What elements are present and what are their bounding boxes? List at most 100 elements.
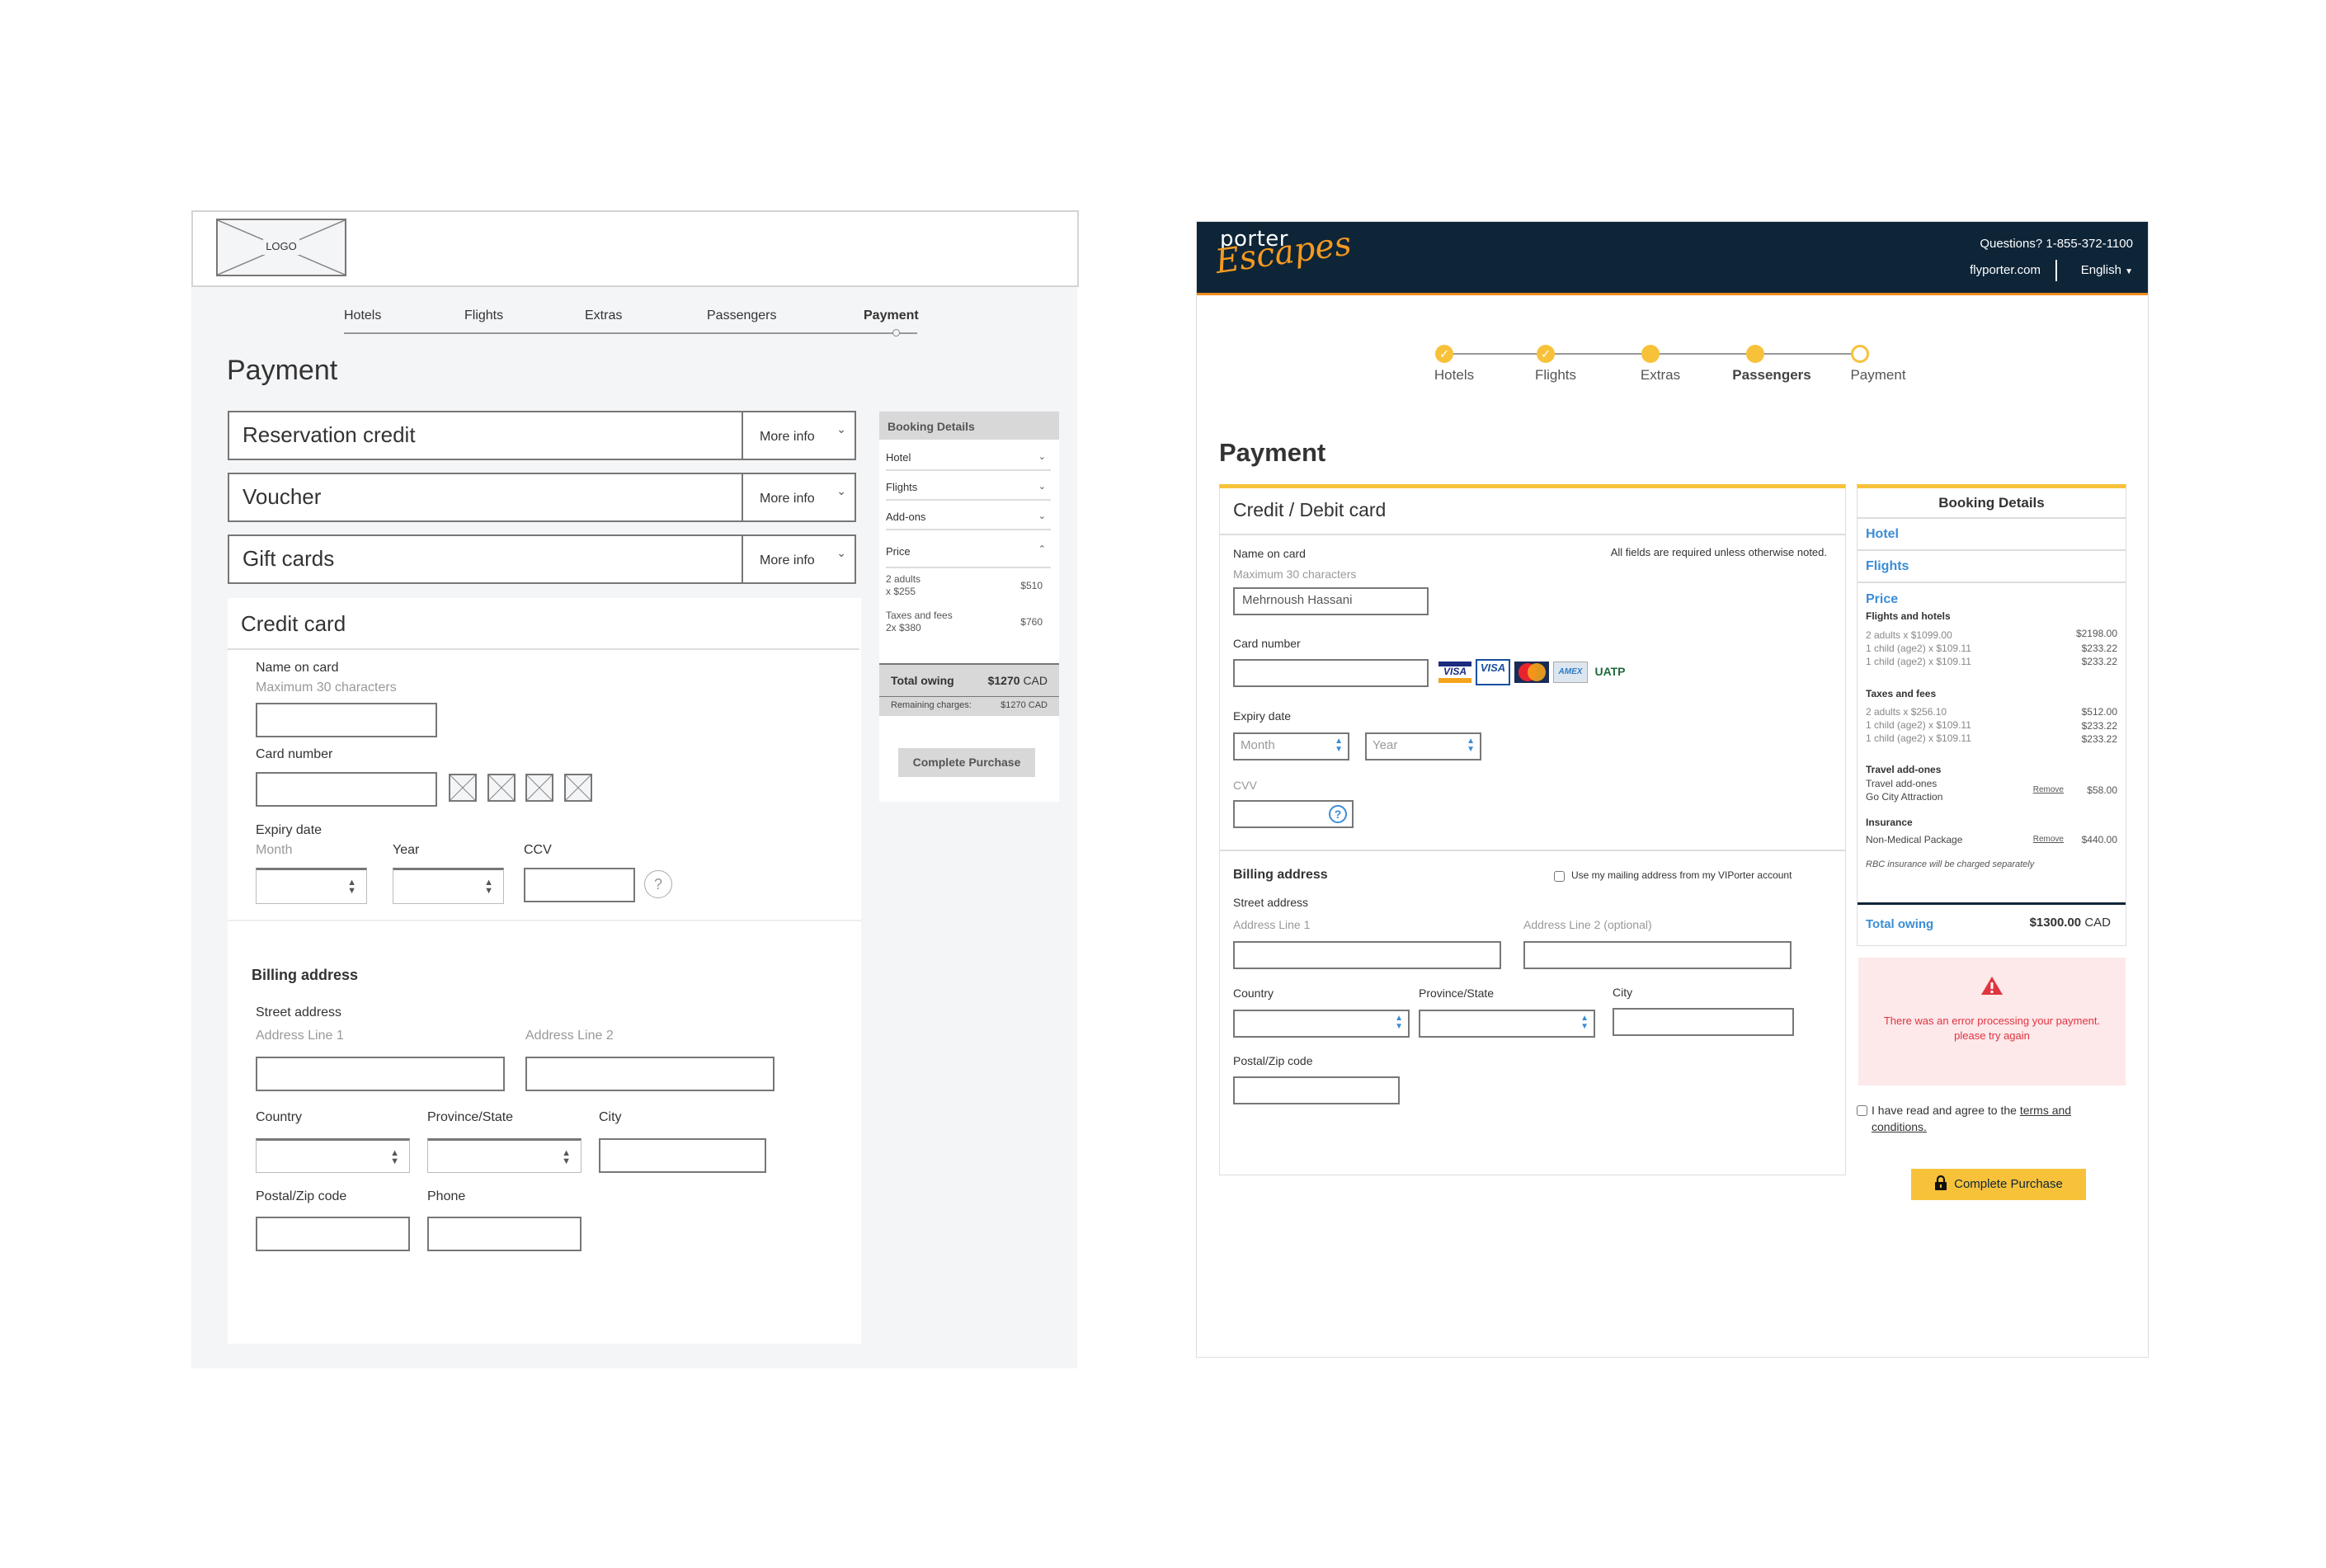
amex-card-icon: AMEX bbox=[1553, 662, 1588, 683]
step-flights[interactable]: Flights bbox=[464, 308, 503, 323]
remove-addon-link[interactable]: Remove bbox=[2033, 785, 2064, 794]
accordion-label: Reservation credit bbox=[242, 422, 416, 447]
name-on-card-label: Name on card bbox=[1233, 547, 1306, 560]
name-on-card-input[interactable] bbox=[256, 703, 437, 737]
taxes-fees-heading: Taxes and fees bbox=[1866, 688, 1937, 699]
address-line2-input[interactable] bbox=[1523, 941, 1792, 969]
help-icon[interactable]: ? bbox=[1329, 805, 1347, 823]
step-hotels[interactable]: Hotels bbox=[344, 308, 381, 323]
addon-line: Travel add-ones bbox=[1866, 778, 1938, 789]
postal-code-input[interactable] bbox=[1233, 1076, 1400, 1104]
step-passengers[interactable]: Passengers bbox=[1732, 367, 1810, 384]
sort-arrows-icon: ▲ ▼ bbox=[484, 878, 493, 896]
use-mailing-address-checkbox[interactable] bbox=[1554, 871, 1565, 882]
total-amount: $1270 bbox=[987, 674, 1020, 687]
more-info-button[interactable]: More info ⌄ bbox=[742, 536, 855, 582]
more-info-button[interactable]: More info ⌄ bbox=[742, 412, 855, 459]
year-select[interactable]: Year ▲ ▼ bbox=[1365, 732, 1481, 760]
step-payment[interactable]: Payment bbox=[864, 308, 919, 323]
more-info-label: More info bbox=[760, 430, 815, 444]
accordion-reservation-credit[interactable]: Reservation credit More info ⌄ bbox=[228, 411, 856, 460]
step-payment[interactable]: Payment bbox=[1850, 367, 1905, 384]
province-select[interactable]: ▲ ▼ bbox=[427, 1138, 582, 1173]
booking-section-hotel[interactable]: Hotel bbox=[1866, 527, 1899, 542]
step-extras[interactable]: Extras bbox=[585, 308, 622, 323]
price-amount: $233.22 bbox=[2081, 656, 2117, 667]
terms-checkbox[interactable] bbox=[1857, 1105, 1867, 1116]
divider bbox=[2055, 260, 2057, 281]
name-on-card-input[interactable]: Mehrnoush Hassani bbox=[1233, 587, 1429, 615]
booking-details-title: Booking Details bbox=[1938, 495, 2045, 511]
accordion-voucher[interactable]: Voucher More info ⌄ bbox=[228, 473, 856, 522]
month-label: Month bbox=[256, 843, 293, 857]
card-number-input[interactable] bbox=[256, 772, 437, 807]
address-line2-input[interactable] bbox=[525, 1057, 775, 1091]
divider bbox=[1858, 549, 2126, 551]
card-number-input[interactable] bbox=[1233, 659, 1429, 687]
section-heading: Credit card bbox=[241, 611, 346, 636]
address-line1-input[interactable] bbox=[1233, 941, 1501, 969]
help-icon[interactable]: ? bbox=[644, 870, 672, 898]
flyporter-link[interactable]: flyporter.com bbox=[1970, 263, 2041, 277]
country-select[interactable]: ▲ ▼ bbox=[256, 1138, 410, 1173]
chevron-down-icon: ⌄ bbox=[1038, 511, 1046, 521]
section-label: Price bbox=[886, 545, 911, 558]
progress-line bbox=[344, 332, 917, 334]
section-label: Hotel bbox=[886, 451, 911, 464]
street-address-label: Street address bbox=[256, 1005, 342, 1019]
section-label: Flights bbox=[886, 481, 918, 493]
province-select[interactable]: ▲ ▼ bbox=[1419, 1010, 1595, 1038]
step-done-check-icon: ✓ bbox=[1435, 345, 1453, 363]
booking-section-price[interactable]: Price ⌃ bbox=[886, 534, 1051, 568]
country-select[interactable]: ▲ ▼ bbox=[1233, 1010, 1410, 1038]
total-owing-box: Total owing $1270 CAD Remaining charges:… bbox=[879, 663, 1059, 716]
month-select[interactable]: ▲ ▼ bbox=[256, 868, 367, 904]
month-select[interactable]: Month ▲ ▼ bbox=[1233, 732, 1349, 760]
complete-purchase-button[interactable]: Complete Purchase bbox=[1911, 1169, 2086, 1200]
ccv-input[interactable] bbox=[524, 868, 635, 902]
price-amount: $2198.00 bbox=[2075, 628, 2117, 639]
booking-section-price[interactable]: Price bbox=[1866, 592, 1898, 607]
booking-section-flights[interactable]: Flights bbox=[1866, 559, 1909, 574]
more-info-button[interactable]: More info ⌄ bbox=[742, 474, 855, 520]
city-input[interactable] bbox=[1613, 1008, 1794, 1036]
card-number-label: Card number bbox=[1233, 637, 1301, 650]
city-label: City bbox=[1613, 986, 1633, 999]
year-select[interactable]: ▲ ▼ bbox=[393, 868, 504, 904]
logo-placeholder[interactable]: LOGO bbox=[216, 219, 346, 276]
price-desc: 2 adults x $256.10 bbox=[1866, 706, 1947, 718]
address-line2-hint: Address Line 2 (optional) bbox=[1523, 918, 1652, 931]
step-passengers[interactable]: Passengers bbox=[707, 308, 777, 323]
remaining-label: Remaining charges: bbox=[891, 700, 972, 710]
total-owing-value: $1300.00 CAD bbox=[2030, 916, 2111, 930]
card-logo-placeholder-icon bbox=[449, 774, 477, 802]
credit-debit-card-section: Credit / Debit card Name on card All fie… bbox=[1219, 484, 1846, 1175]
divider bbox=[228, 648, 859, 650]
phone-input[interactable] bbox=[427, 1217, 582, 1251]
complete-purchase-button[interactable]: Complete Purchase bbox=[898, 748, 1035, 777]
rbc-insurance-note: RBC insurance will be charged separately bbox=[1866, 859, 2035, 869]
address-line1-input[interactable] bbox=[256, 1057, 505, 1091]
billing-address-heading: Billing address bbox=[252, 967, 359, 983]
step-flights[interactable]: Flights bbox=[1535, 367, 1576, 384]
postal-code-input[interactable] bbox=[256, 1217, 410, 1251]
city-input[interactable] bbox=[599, 1138, 766, 1173]
accordion-gift-cards[interactable]: Gift cards More info ⌄ bbox=[228, 534, 856, 584]
remove-insurance-link[interactable]: Remove bbox=[2033, 835, 2064, 844]
street-address-label: Street address bbox=[1233, 896, 1309, 909]
credit-card-section: Credit card Name on card Maximum 30 char… bbox=[228, 598, 861, 1344]
cvv-input[interactable]: ? bbox=[1233, 800, 1354, 828]
step-hotels[interactable]: Hotels bbox=[1434, 367, 1474, 384]
site-header: porter Escapes Questions? 1-855-372-1100… bbox=[1197, 222, 2148, 295]
step-extras[interactable]: Extras bbox=[1641, 367, 1680, 384]
porter-escapes-page: porter Escapes Questions? 1-855-372-1100… bbox=[1196, 221, 2149, 1358]
booking-section-hotel[interactable]: Hotel ⌄ bbox=[886, 445, 1051, 471]
caret-down-icon: ▼ bbox=[2125, 267, 2133, 276]
card-logo-placeholder-icon bbox=[564, 774, 592, 802]
language-selector[interactable]: English ▼ bbox=[2081, 263, 2133, 277]
sort-arrows-icon: ▲ ▼ bbox=[1335, 737, 1343, 754]
booking-section-addons[interactable]: Add-ons ⌄ bbox=[886, 504, 1051, 530]
sort-arrows-icon: ▲ ▼ bbox=[1580, 1014, 1589, 1031]
booking-section-flights[interactable]: Flights ⌄ bbox=[886, 474, 1051, 501]
address-line1-hint: Address Line 1 bbox=[1233, 918, 1311, 931]
